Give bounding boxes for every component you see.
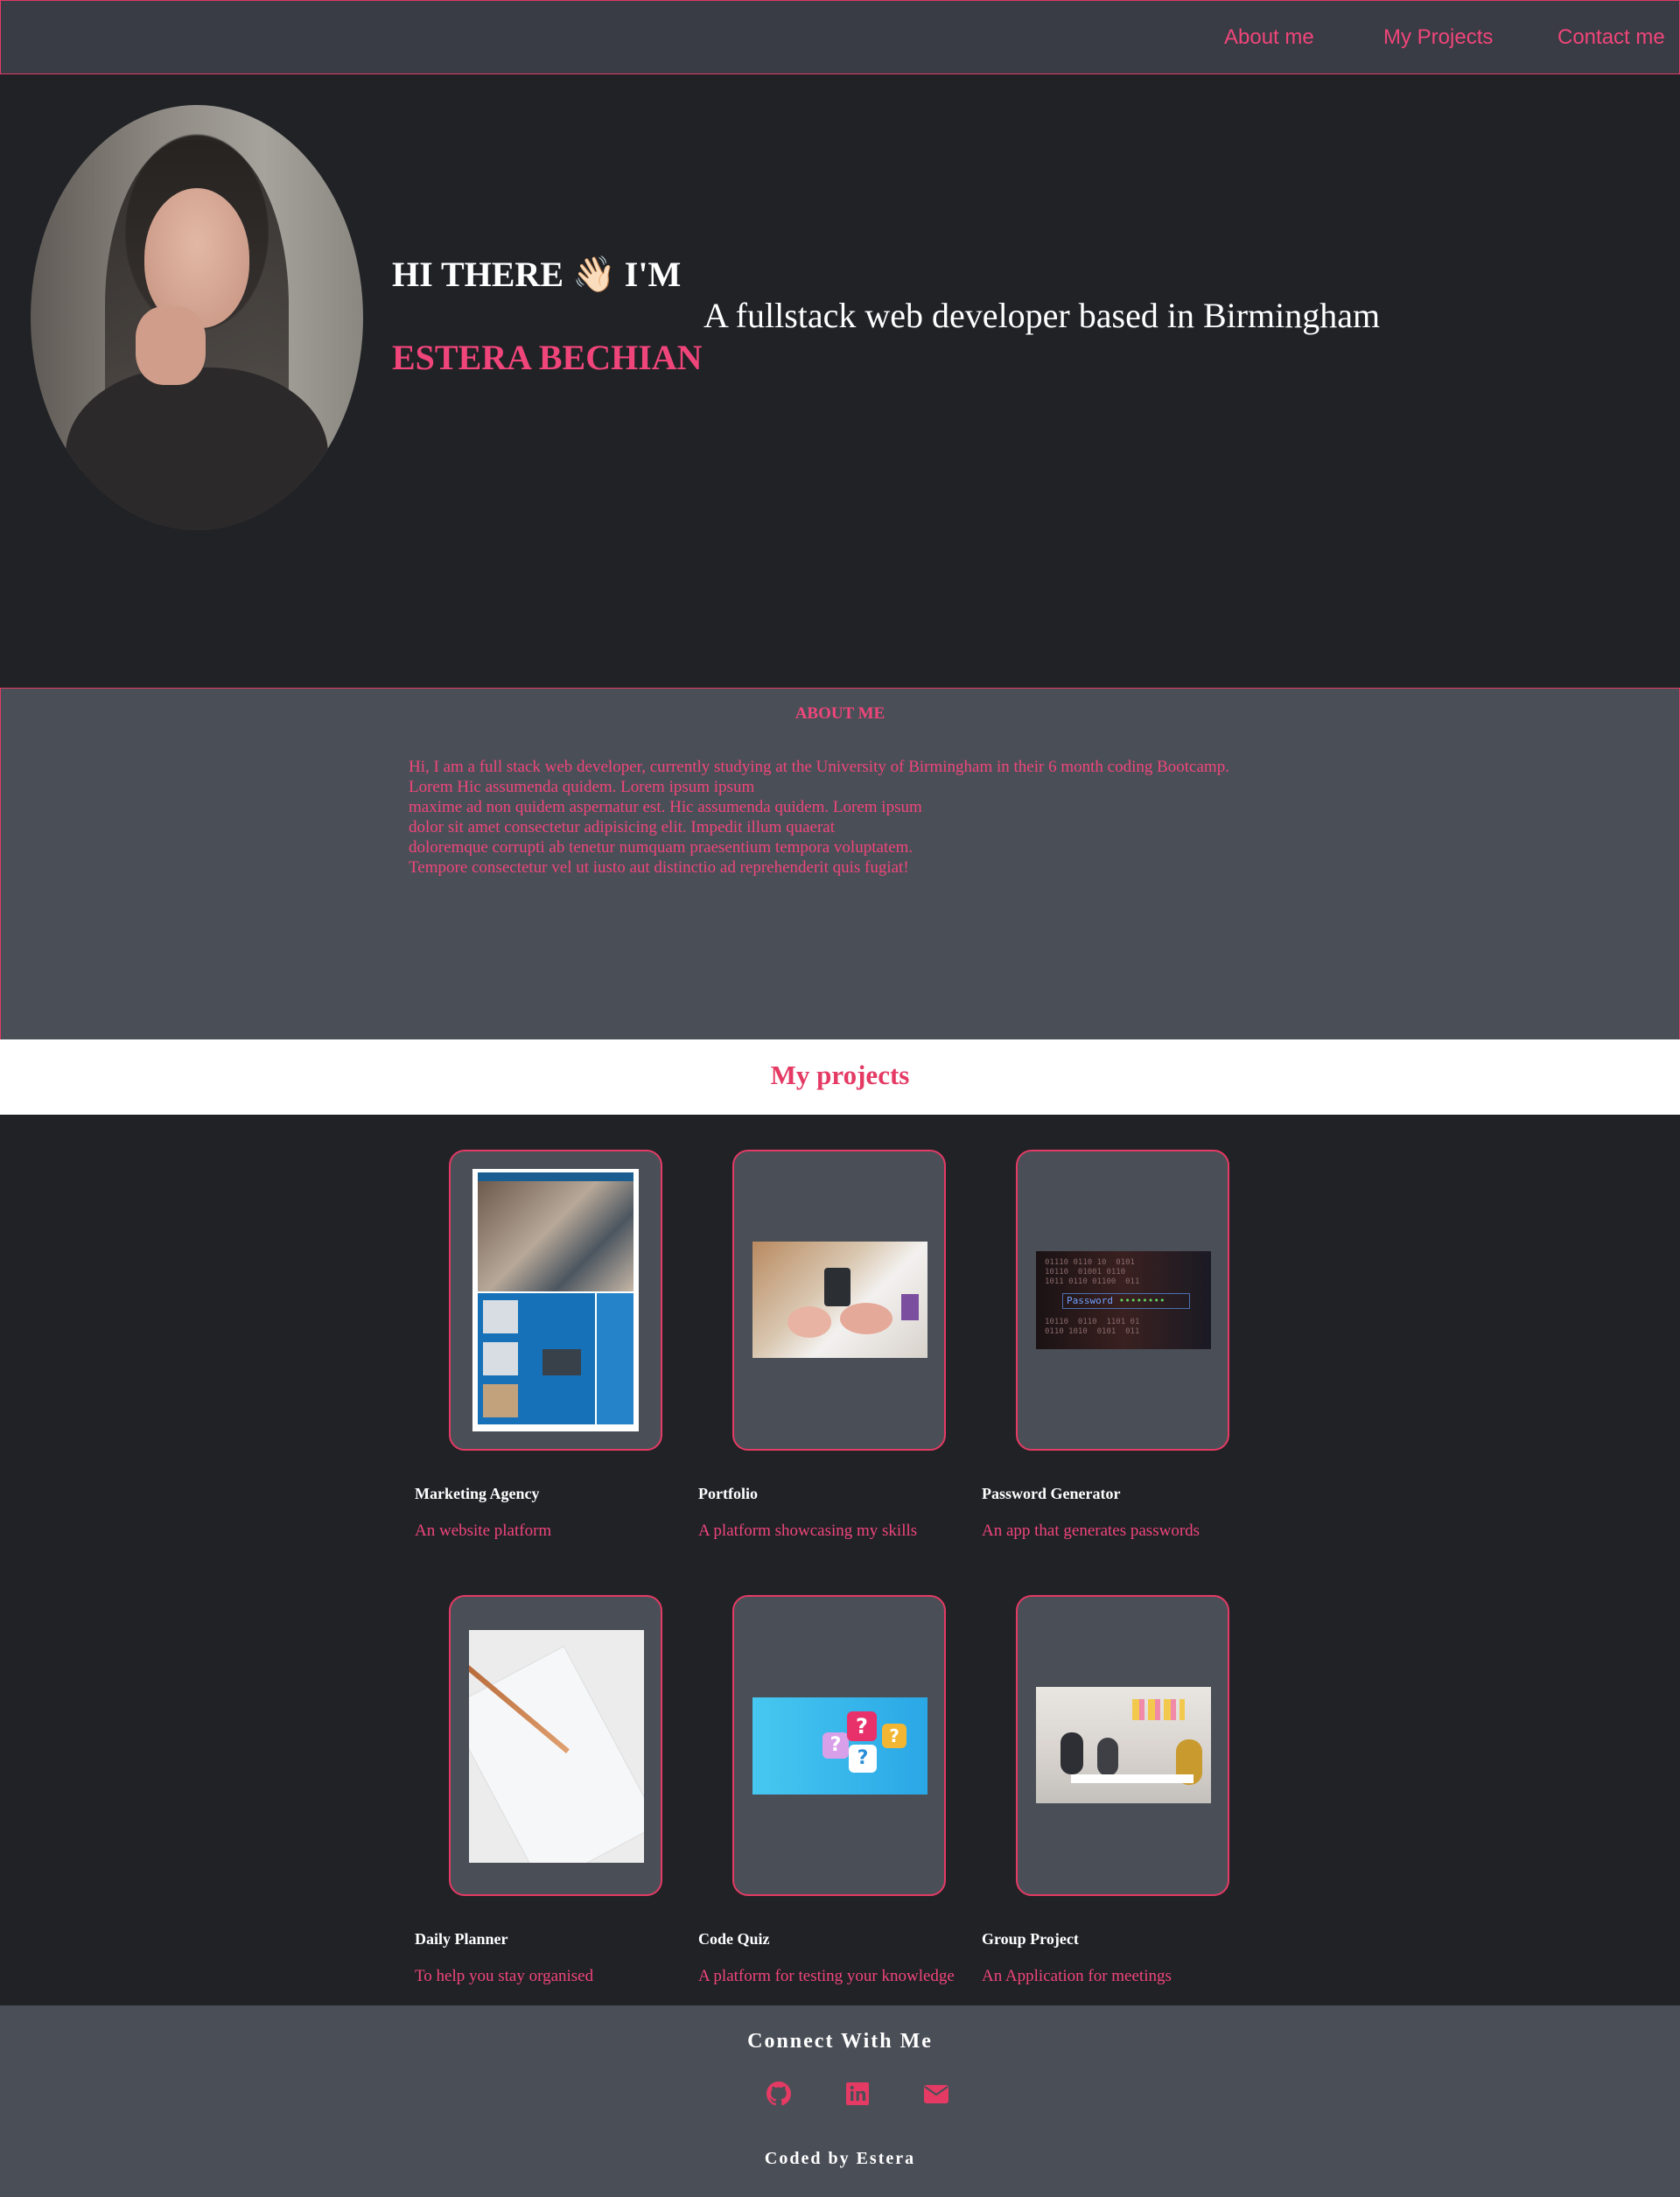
about-line: Tempore consectetur vel ut iusto aut dis… <box>409 858 909 877</box>
project-title: Code Quiz <box>698 1930 770 1948</box>
desk-workspace-photo <box>752 1242 928 1358</box>
nav-link-projects[interactable]: My Projects <box>1383 25 1493 50</box>
project-card-group-project[interactable] <box>1016 1595 1229 1896</box>
project-description: An Application for meetings <box>982 1967 1172 1985</box>
project-title: Marketing Agency <box>415 1485 540 1502</box>
project-title: Password Generator <box>982 1485 1121 1502</box>
about-text: Hi, I am a full stack web developer, cur… <box>409 757 1371 878</box>
question-bubbles-image: ? ? ? ? <box>752 1697 928 1795</box>
about-line: Hi, I am a full stack web developer, cur… <box>409 758 1229 776</box>
project-description: An app that generates passwords <box>982 1522 1200 1540</box>
project-title: Portfolio <box>698 1485 758 1502</box>
about-line: doloremque corrupti ab tenetur numquam p… <box>409 838 914 857</box>
projects-title-bar: My projects <box>0 1039 1680 1115</box>
project-title: Daily Planner <box>415 1930 508 1948</box>
project-title: Group Project <box>982 1930 1079 1948</box>
github-icon[interactable] <box>765 2080 793 2108</box>
pen-and-paper-photo <box>469 1630 644 1863</box>
marketing-agency-screenshot <box>472 1169 639 1431</box>
about-heading: ABOUT ME <box>794 704 886 723</box>
project-description: An website platform <box>415 1522 552 1540</box>
projects-heading: My projects <box>770 1060 910 1090</box>
about-line: maxime ad non quidem aspernatur est. Hic… <box>409 798 922 816</box>
profile-photo-hand <box>136 306 206 385</box>
profile-photo <box>31 105 363 530</box>
footer-credit: Coded by Estera <box>764 2149 916 2168</box>
nav-link-about[interactable]: About me <box>1224 25 1314 50</box>
email-icon[interactable] <box>922 2080 950 2108</box>
project-card-portfolio[interactable] <box>732 1150 946 1451</box>
project-card-password-generator[interactable]: 01110 0110 10 0101 10110 01001 0110 1011… <box>1016 1150 1229 1451</box>
project-card-daily-planner[interactable] <box>449 1595 662 1896</box>
project-description: A platform showcasing my skills <box>698 1522 918 1540</box>
profile-photo-body <box>66 367 328 530</box>
project-description: A platform for testing your knowledge <box>698 1967 955 1985</box>
connect-heading: Connect With Me <box>747 2030 933 2053</box>
project-description: To help you stay organised <box>415 1967 594 1985</box>
team-meeting-photo <box>1036 1687 1211 1803</box>
about-section: ABOUT ME Hi, I am a full stack web devel… <box>0 688 1680 1040</box>
about-line: Lorem Hic assumenda quidem. Lorem ipsum … <box>409 778 755 796</box>
password-binary-photo: 01110 0110 10 0101 10110 01001 0110 1011… <box>1036 1251 1211 1349</box>
hero-tagline: A fullstack web developer based in Birmi… <box>704 296 1381 335</box>
hero-section: HI THERE 👋🏻 I'M ESTERA BECHIAN A fullsta… <box>0 74 1680 687</box>
project-card-marketing-agency[interactable] <box>449 1150 662 1451</box>
linkedin-icon[interactable] <box>844 2080 872 2108</box>
nav-link-contact[interactable]: Contact me <box>1558 25 1665 50</box>
hero-name: ESTERA BECHIAN <box>392 338 703 377</box>
footer: Connect With Me Coded by Estera <box>0 2005 1680 2197</box>
hero-greeting: HI THERE 👋🏻 I'M <box>392 255 682 294</box>
top-navbar: About me My Projects Contact me <box>0 0 1680 74</box>
about-line: dolor sit amet consectetur adipisicing e… <box>409 818 836 836</box>
project-card-code-quiz[interactable]: ? ? ? ? <box>732 1595 946 1896</box>
